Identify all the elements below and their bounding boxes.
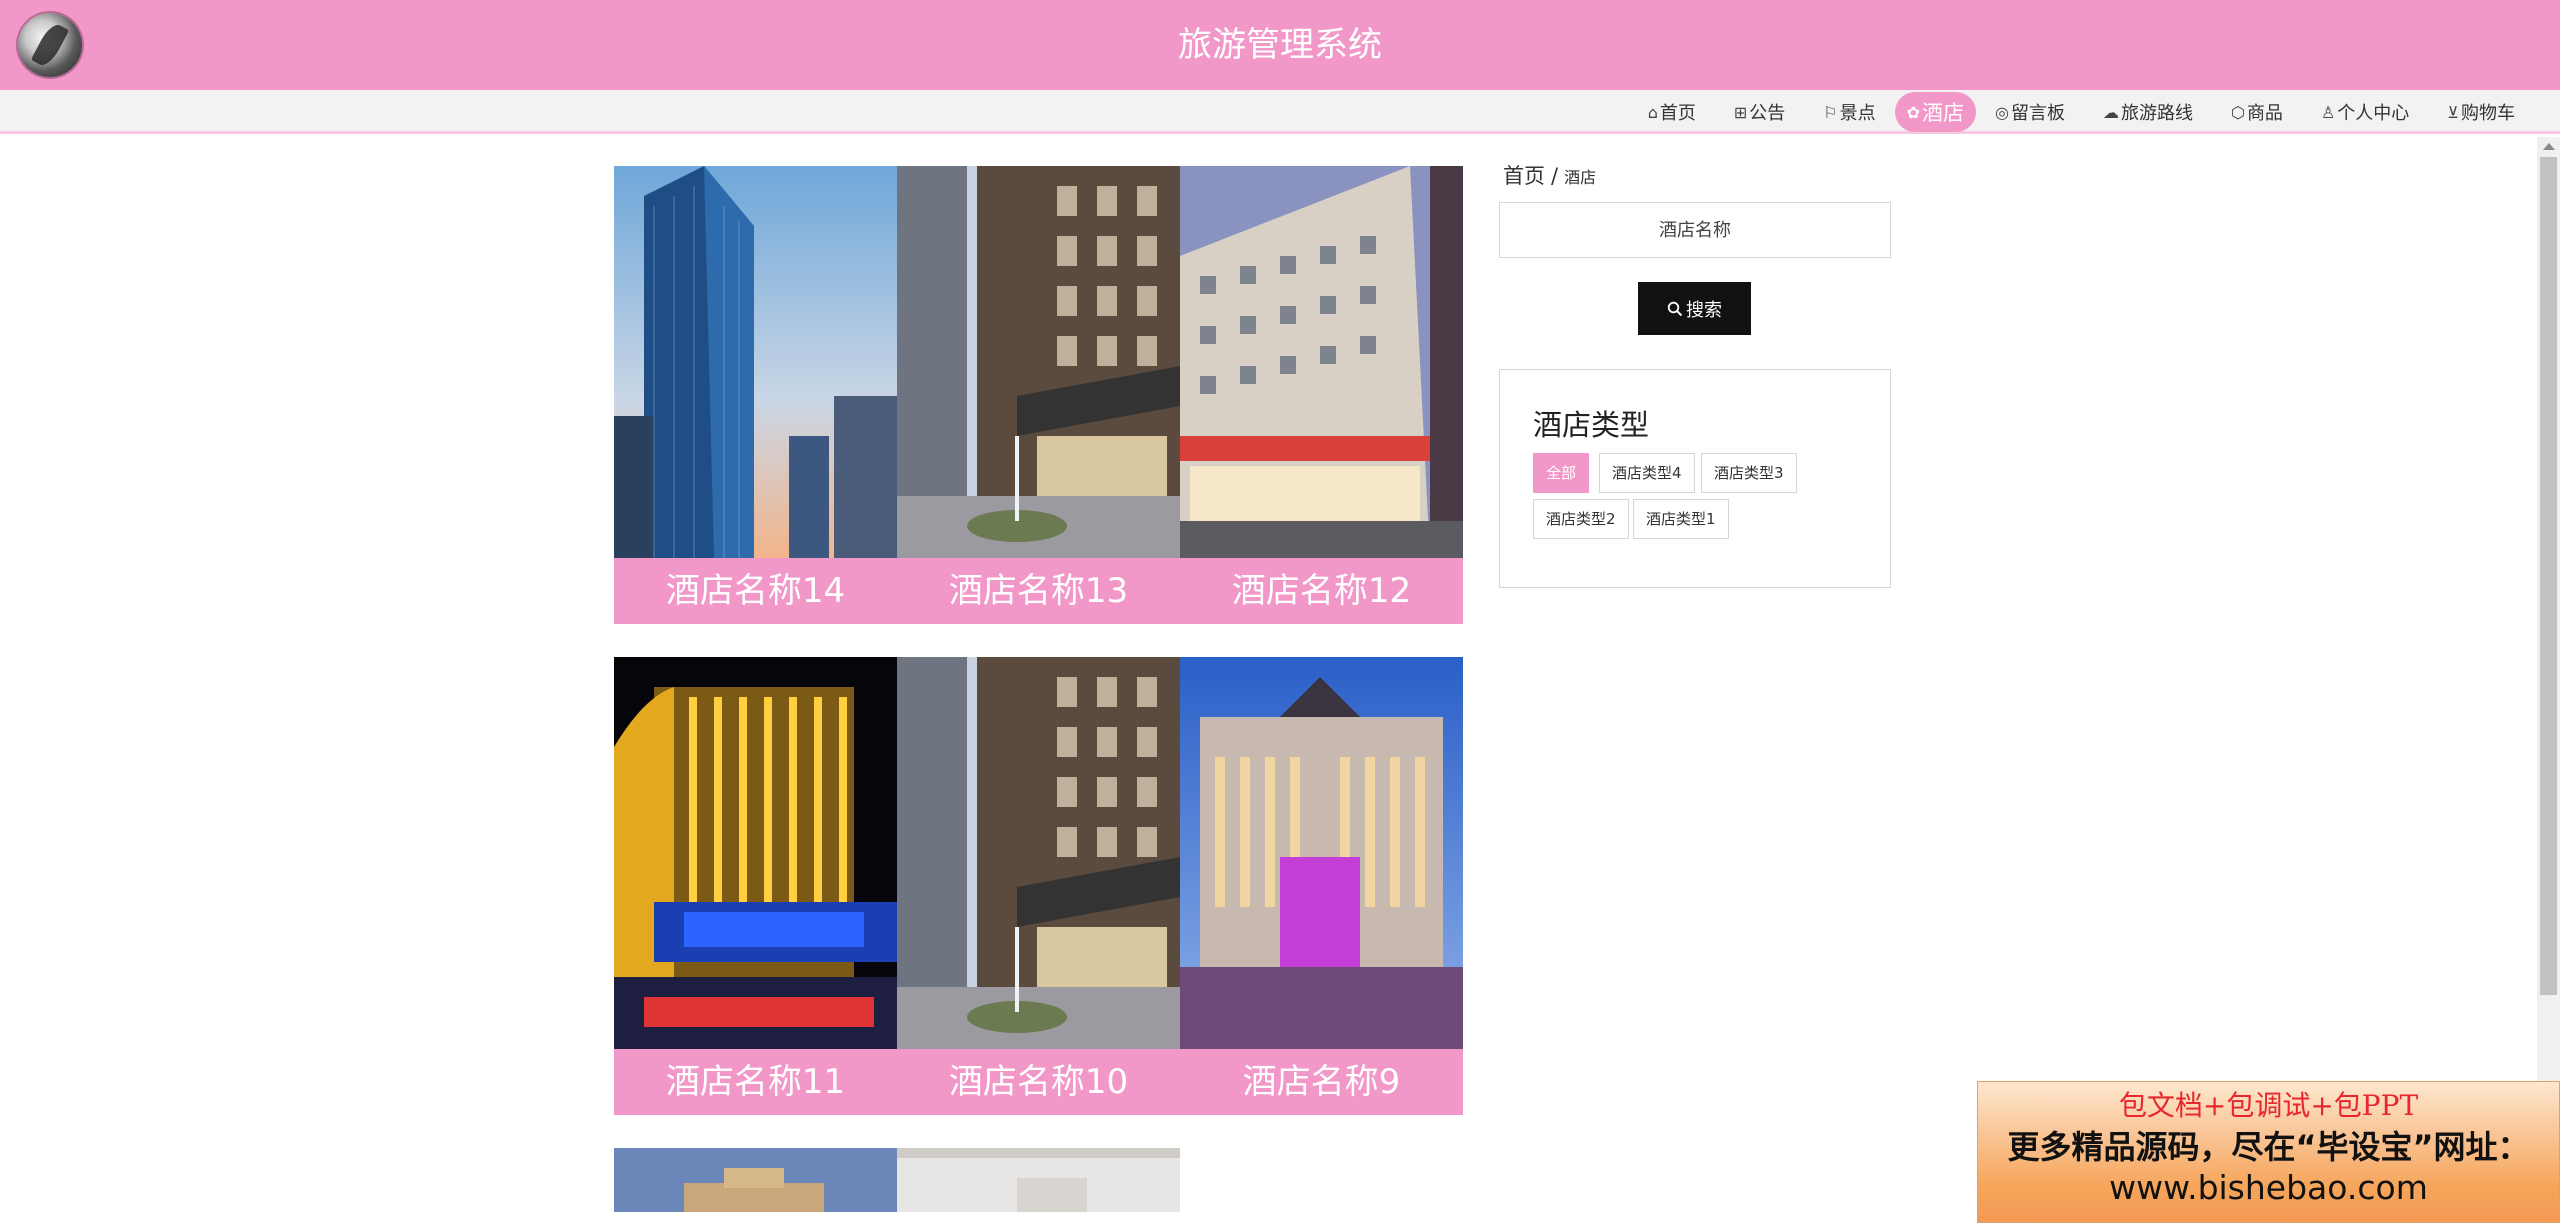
nav-item-profile[interactable]: ♙ 个人中心 — [2302, 92, 2428, 132]
breadcrumb-current: 酒店 — [1564, 168, 1597, 187]
flag-icon: ⚐ — [1823, 102, 1838, 122]
nav-item-attractions[interactable]: ⚐ 景点 — [1804, 92, 1894, 132]
breadcrumb-home[interactable]: 首页 — [1503, 164, 1545, 188]
type-tag[interactable]: 酒店类型3 — [1701, 453, 1797, 493]
hotel-card[interactable] — [614, 1148, 897, 1212]
user-icon: ♙ — [2320, 102, 2336, 122]
hotel-name-search-input[interactable] — [1499, 202, 1891, 258]
type-tag[interactable]: 酒店类型2 — [1533, 499, 1629, 539]
nav-item-hotel[interactable]: ✿ 酒店 — [1894, 92, 1976, 132]
hotel-photo — [1180, 657, 1463, 1049]
hotel-photo — [897, 657, 1180, 1049]
box-icon: ⬡ — [2230, 102, 2245, 122]
message-icon: ◎ — [1995, 102, 2009, 122]
site-header: 旅游管理系统 — [0, 0, 2560, 90]
hotel-photo — [1180, 166, 1463, 558]
hotel-photo — [614, 657, 897, 1049]
page-scrollbar[interactable] — [2537, 137, 2560, 1223]
nav-item-notice[interactable]: ⊞ 公告 — [1715, 92, 1804, 132]
promo-line-2: 更多精品源码，尽在“毕设宝”网址： — [2007, 1128, 2530, 1166]
cart-icon: ⊻ — [2447, 102, 2459, 122]
gift-icon: ⊞ — [1733, 102, 1748, 122]
type-tag[interactable]: 酒店类型1 — [1633, 499, 1729, 539]
nav-item-travel-routes[interactable]: ☁ 旅游路线 — [2084, 92, 2212, 132]
scroll-up-arrow-icon[interactable] — [2543, 143, 2555, 150]
scrollbar-thumb[interactable] — [2540, 157, 2557, 995]
hotel-name: 酒店名称9 — [1180, 1049, 1463, 1115]
promo-banner[interactable]: 包文档+包调试+包PPT 更多精品源码，尽在“毕设宝”网址： www.bishe… — [1977, 1081, 2560, 1223]
hotel-card[interactable] — [897, 1148, 1180, 1212]
hotel-row: 酒店名称14 酒店名称13 酒店名称12 — [614, 166, 1463, 624]
hotel-card[interactable]: 酒店名称14 — [614, 166, 897, 624]
home-icon: ⌂ — [1647, 102, 1658, 122]
breadcrumb: 首页 / 酒店 — [1503, 160, 1596, 190]
hotel-type-filter: 酒店类型 全部 酒店类型4 酒店类型3 酒店类型2 酒店类型1 — [1499, 369, 1891, 588]
hotel-photo — [614, 166, 897, 558]
nav-item-home[interactable]: ⌂ 首页 — [1629, 92, 1715, 132]
search-button-label: 搜索 — [1686, 299, 1722, 320]
search-icon — [1667, 301, 1683, 316]
breadcrumb-separator: / — [1551, 164, 1559, 188]
hotel-photo — [897, 166, 1180, 558]
hotel-type-title: 酒店类型 — [1533, 408, 1650, 442]
hotel-icon: ✿ — [1906, 102, 1920, 122]
hotel-card[interactable]: 酒店名称11 — [614, 657, 897, 1115]
hotel-row — [614, 1148, 1463, 1212]
hotel-name: 酒店名称10 — [897, 1049, 1180, 1115]
hotel-photo — [614, 1148, 897, 1212]
hotel-card[interactable]: 酒店名称12 — [1180, 166, 1463, 624]
hotel-name: 酒店名称13 — [897, 558, 1180, 624]
hotel-card[interactable]: 酒店名称10 — [897, 657, 1180, 1115]
promo-line-1: 包文档+包调试+包PPT — [2118, 1089, 2419, 1122]
hotel-name: 酒店名称14 — [614, 558, 897, 624]
hotel-name: 酒店名称12 — [1180, 558, 1463, 624]
hotel-card[interactable]: 酒店名称9 — [1180, 657, 1463, 1115]
type-tag[interactable]: 酒店类型4 — [1599, 453, 1695, 493]
type-tag-all[interactable]: 全部 — [1533, 453, 1590, 493]
nav-item-message-board[interactable]: ◎ 留言板 — [1976, 92, 2084, 132]
site-title: 旅游管理系统 — [1178, 25, 1382, 65]
hotel-photo — [897, 1148, 1180, 1212]
hotel-name: 酒店名称11 — [614, 1049, 897, 1115]
hotel-row: 酒店名称11 酒店名称10 酒店名称9 — [614, 657, 1463, 1115]
cloud-icon: ☁ — [2102, 102, 2119, 122]
nav-item-products[interactable]: ⬡ 商品 — [2212, 92, 2302, 132]
promo-url: www.bishebao.com — [2109, 1168, 2428, 1207]
main-navbar: ⌂ 首页 ⊞ 公告 ⚐ 景点 ✿ 酒店 ◎ 留言板 ☁ 旅游路线 ⬡ 商品 ♙ 个人中心 ⊻ 购物… — [0, 90, 2560, 134]
search-button[interactable]: 搜索 — [1638, 282, 1751, 335]
hotel-card[interactable]: 酒店名称13 — [897, 166, 1180, 624]
nav-item-cart[interactable]: ⊻ 购物车 — [2428, 92, 2534, 132]
